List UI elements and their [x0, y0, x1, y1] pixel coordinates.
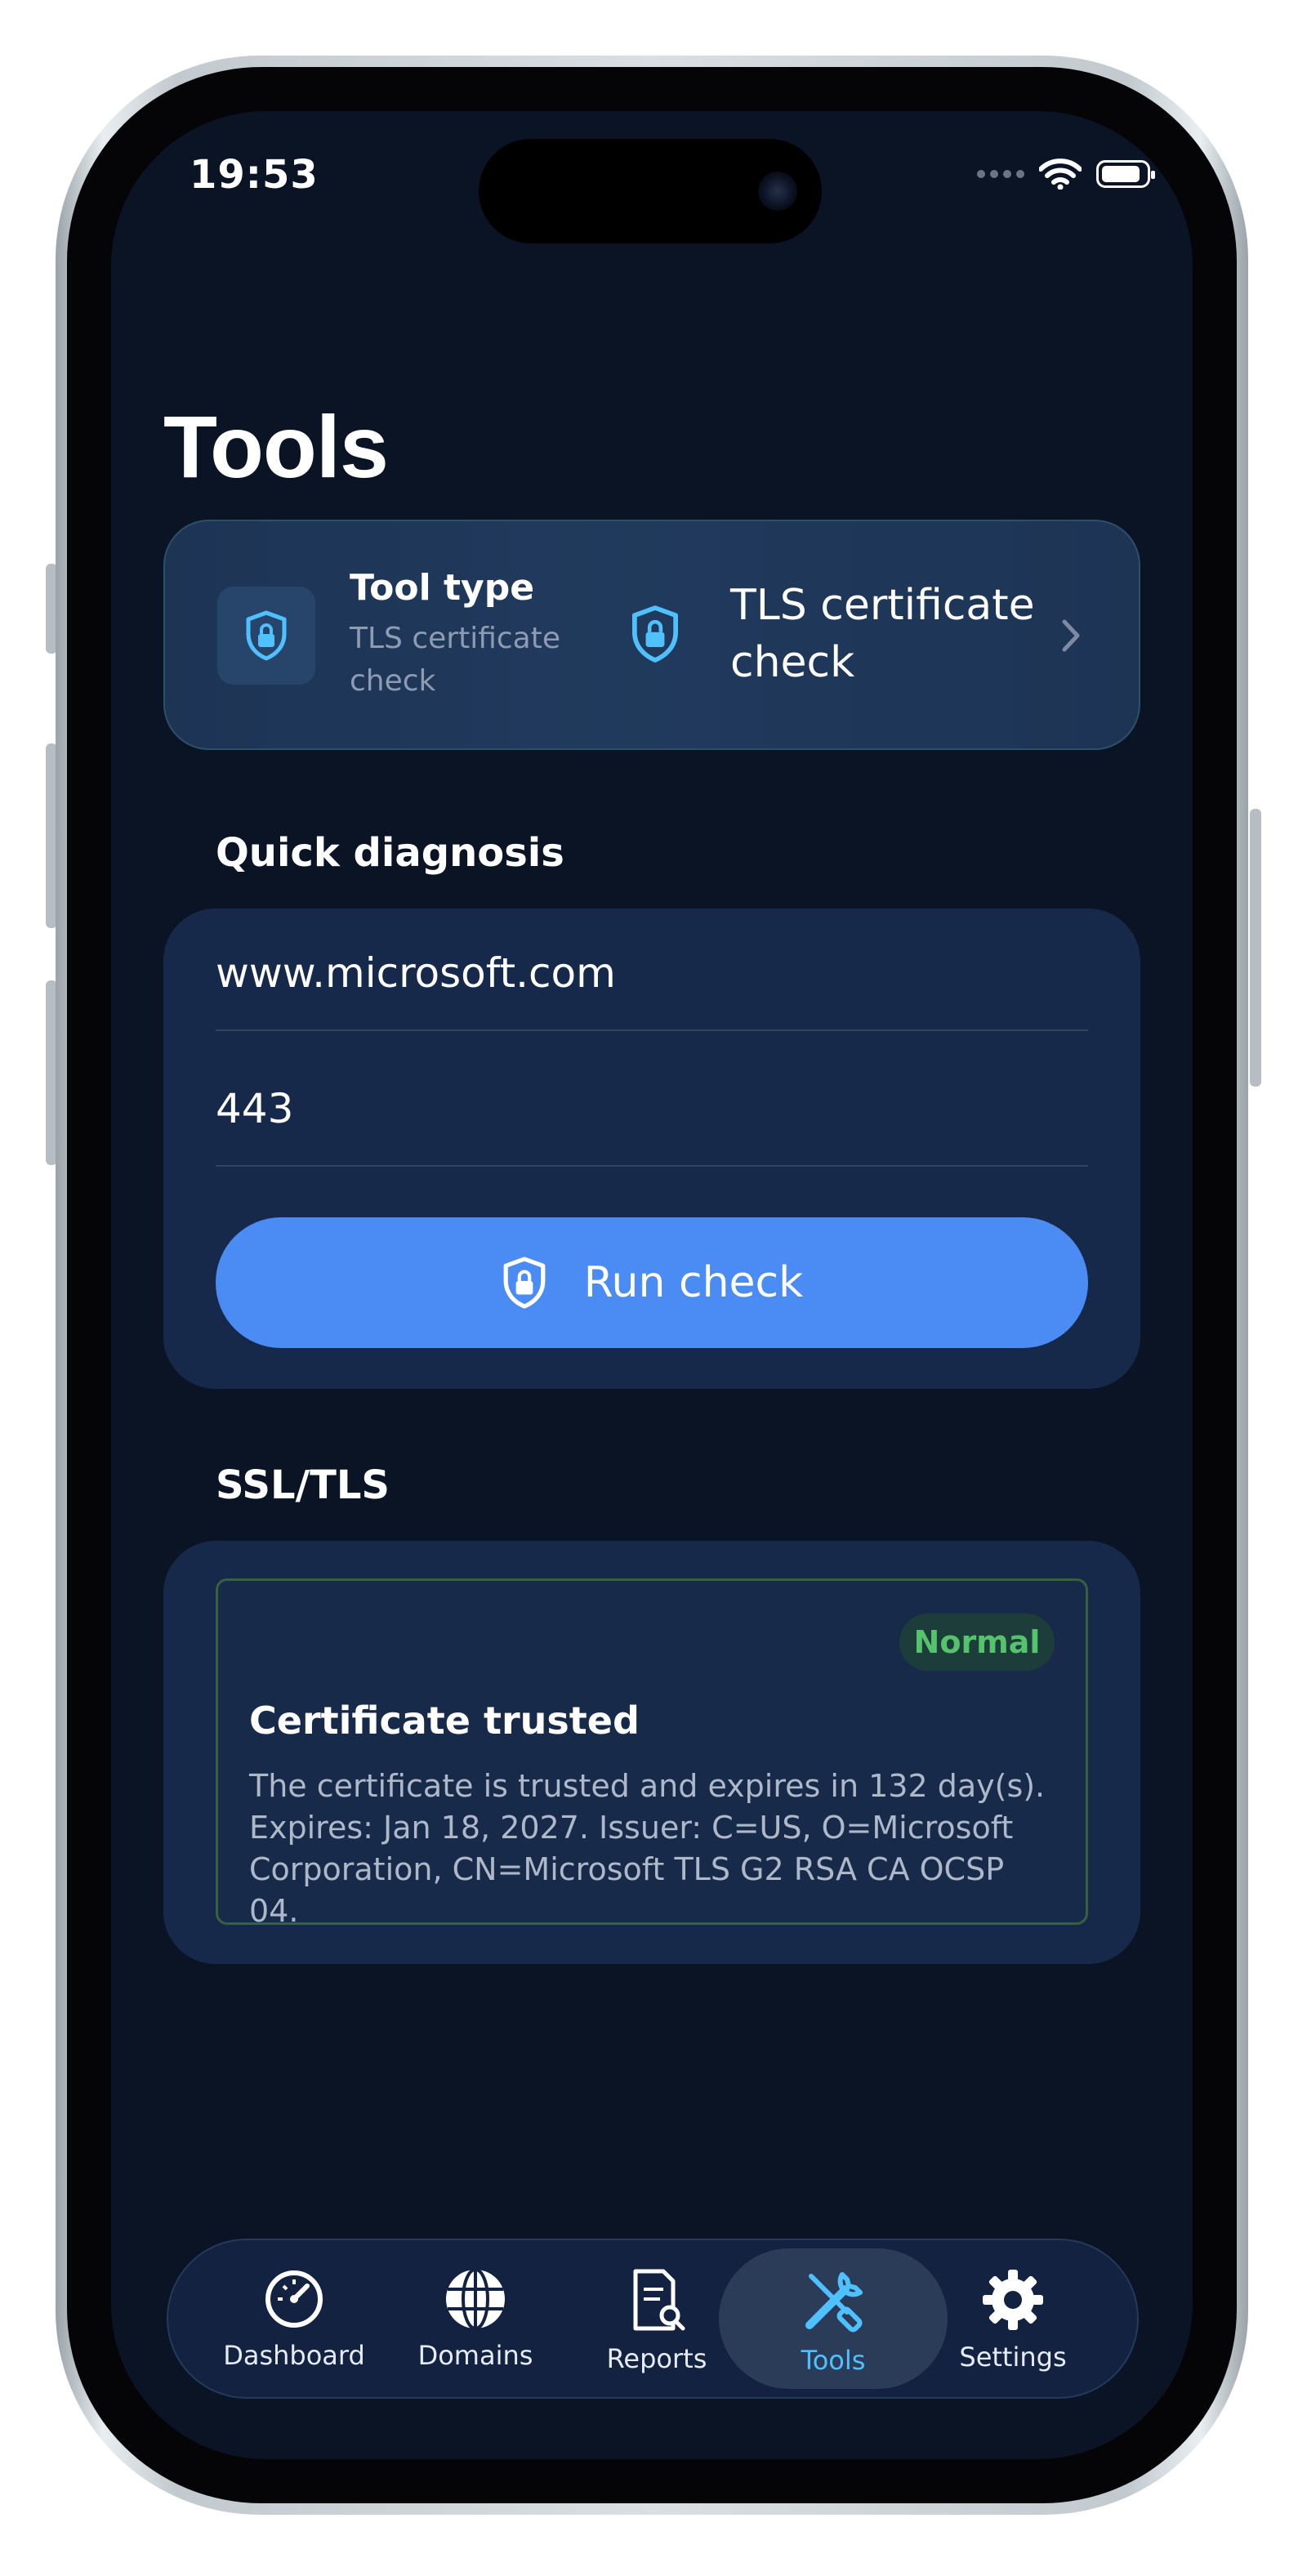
tab-label: Tools: [801, 2345, 866, 2376]
tab-settings[interactable]: Settings: [923, 2240, 1103, 2397]
globe-icon: [446, 2268, 505, 2330]
ssl-tls-card: Normal Certificate trusted The certifica…: [163, 1541, 1140, 1964]
result-title: Certificate trusted: [249, 1699, 640, 1743]
host-field: [216, 909, 1088, 1031]
page-title: Tools: [163, 397, 389, 496]
quick-diagnosis-card: Run check: [163, 909, 1140, 1389]
tab-domains[interactable]: Domains: [386, 2240, 565, 2397]
tab-bar: Dashboard Domains Reports Tools Settings: [167, 2239, 1139, 2399]
camera-icon: [758, 172, 797, 211]
battery-icon: [1096, 160, 1155, 188]
gear-icon: [983, 2270, 1043, 2330]
port-field: [216, 1044, 1088, 1167]
tab-label: Domains: [417, 2340, 533, 2371]
tool-type-label: Tool type: [350, 567, 535, 609]
status-badge: Normal: [899, 1614, 1055, 1671]
certificate-result: Normal Certificate trusted The certifica…: [216, 1578, 1088, 1929]
chevron-right-icon: [1062, 619, 1080, 652]
tab-label: Reports: [606, 2343, 707, 2374]
document-search-icon: [633, 2269, 685, 2331]
status-icons: [977, 158, 1155, 190]
app-screen: 19:53 Tools Tool type TLS certificate ch…: [111, 111, 1193, 2459]
power-button: [1250, 809, 1261, 1087]
shield-lock-icon: [246, 610, 287, 661]
ssl-tls-title: SSL/TLS: [216, 1462, 390, 1508]
wrench-screwdriver-icon: [805, 2272, 863, 2333]
tab-tools[interactable]: Tools: [743, 2240, 923, 2397]
status-time: 19:53: [190, 152, 319, 198]
tool-type-icon-box: [217, 587, 315, 685]
tab-label: Dashboard: [223, 2340, 365, 2371]
tab-reports[interactable]: Reports: [567, 2240, 747, 2397]
run-check-label: Run check: [583, 1258, 804, 1307]
port-input[interactable]: [216, 1085, 1088, 1132]
tool-type-subtitle: TLS certificate check: [350, 622, 560, 698]
dynamic-island: [479, 139, 822, 243]
tool-type-selector[interactable]: Tool type TLS certificate check TLS cert…: [163, 520, 1140, 750]
result-description: The certificate is trusted and expires i…: [249, 1768, 1046, 1929]
cellular-signal-icon: [977, 170, 1024, 178]
tab-label: Settings: [959, 2342, 1067, 2373]
wifi-icon: [1039, 158, 1082, 190]
host-input[interactable]: [216, 949, 1088, 997]
run-check-button[interactable]: Run check: [216, 1217, 1088, 1348]
tool-type-selected-value: TLS certificate check: [730, 581, 1035, 687]
quick-diagnosis-title: Quick diagnosis: [216, 830, 564, 876]
tab-dashboard[interactable]: Dashboard: [204, 2240, 384, 2397]
shield-lock-icon: [632, 605, 678, 663]
shield-lock-icon: [503, 1257, 546, 1309]
gauge-icon: [265, 2270, 323, 2328]
